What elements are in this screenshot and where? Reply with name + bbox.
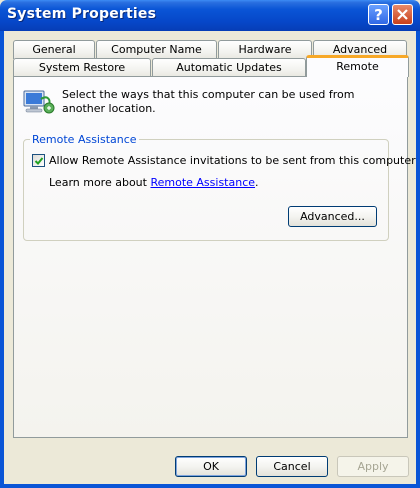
learn-more-prefix: Learn more about — [49, 176, 151, 189]
remote-assistance-link[interactable]: Remote Assistance — [150, 176, 255, 189]
close-icon — [397, 9, 408, 20]
remote-assistance-group-title: Remote Assistance — [30, 133, 139, 146]
tab-automatic-updates[interactable]: Automatic Updates — [152, 58, 306, 77]
learn-more-text: Learn more about Remote Assistance. — [49, 176, 259, 189]
tab-hardware[interactable]: Hardware — [218, 40, 312, 59]
tab-remote[interactable]: Remote — [306, 55, 409, 77]
ok-button[interactable]: OK — [175, 456, 247, 477]
tab-panel-remote — [13, 76, 408, 438]
help-button[interactable]: ? — [368, 4, 389, 25]
apply-button[interactable]: Apply — [337, 456, 409, 477]
remote-computer-icon — [23, 90, 55, 114]
window-title: System Properties — [7, 6, 157, 22]
tab-computer-name[interactable]: Computer Name — [96, 40, 217, 59]
tab-system-restore[interactable]: System Restore — [13, 58, 151, 77]
allow-remote-assistance-label[interactable]: Allow Remote Assistance invitations to b… — [49, 154, 416, 167]
tab-general[interactable]: General — [13, 40, 95, 59]
title-bar[interactable]: System Properties ? — [0, 0, 420, 31]
allow-remote-assistance-checkbox[interactable] — [32, 154, 45, 167]
learn-more-suffix: . — [255, 176, 259, 189]
checkmark-icon — [34, 157, 44, 165]
remote-intro-text: Select the ways that this computer can b… — [62, 88, 355, 115]
close-button[interactable] — [392, 4, 413, 25]
cancel-button[interactable]: Cancel — [256, 456, 328, 477]
advanced-button[interactable]: Advanced... — [288, 206, 377, 227]
